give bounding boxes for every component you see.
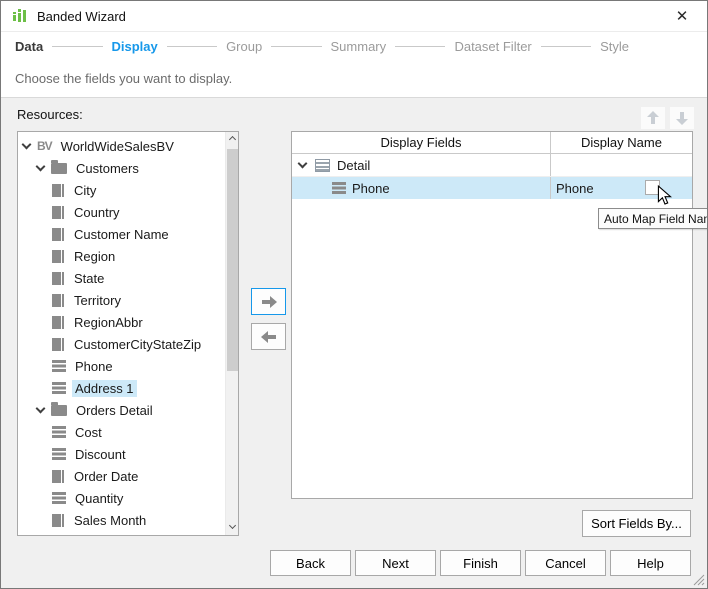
tree-item-region[interactable]: Region <box>18 245 224 267</box>
detail-band-icon <box>315 159 330 172</box>
tree-item-state[interactable]: State <box>18 267 224 289</box>
step-group[interactable]: Group <box>226 39 262 54</box>
help-button[interactable]: Help <box>610 550 691 576</box>
remove-field-button[interactable] <box>251 323 286 350</box>
close-button[interactable]: ✕ <box>667 3 697 29</box>
table-header-row: Display Fields Display Name <box>292 132 692 154</box>
auto-map-tooltip: Auto Map Field Name <box>598 208 708 229</box>
sort-fields-by-button[interactable]: Sort Fields By... <box>582 510 691 537</box>
dimension-field-icon <box>52 250 65 263</box>
step-dataset-filter[interactable]: Dataset Filter <box>454 39 531 54</box>
step-connector <box>167 46 217 47</box>
display-fields-table: Display Fields Display Name Detail Phone… <box>291 131 693 499</box>
tree-item-country[interactable]: Country <box>18 201 224 223</box>
dimension-field-icon <box>52 184 65 197</box>
dimension-field-icon <box>52 272 65 285</box>
tree-item-sales-month[interactable]: Sales Month <box>18 509 224 531</box>
detail-display-name-cell <box>550 154 692 176</box>
step-connector <box>52 46 102 47</box>
banded-report-icon <box>12 8 28 24</box>
tree-item-quantity[interactable]: Quantity <box>18 487 224 509</box>
display-name-value: Phone <box>556 181 594 196</box>
tree-item-worldwidesalesbv[interactable]: BV WorldWideSalesBV <box>18 135 224 157</box>
table-row-detail-band[interactable]: Detail <box>292 154 692 177</box>
dimension-field-icon <box>52 206 65 219</box>
move-down-button[interactable] <box>670 107 694 129</box>
cancel-button[interactable]: Cancel <box>525 550 606 576</box>
tree-scrollbar[interactable] <box>225 132 238 535</box>
wizard-steps: Data Display Group Summary Dataset Filte… <box>1 33 707 59</box>
banded-wizard-dialog: Banded Wizard ✕ Data Display Group Summa… <box>0 0 708 589</box>
wizard-subtitle: Choose the fields you want to display. <box>1 59 707 97</box>
dimension-field-icon <box>52 514 65 527</box>
tree-item-territory[interactable]: Territory <box>18 289 224 311</box>
tree-item-customers[interactable]: Customers <box>18 157 224 179</box>
step-connector <box>541 46 591 47</box>
step-connector <box>271 46 321 47</box>
table-row-phone[interactable]: Phone Phone <box>292 177 692 199</box>
detail-field-icon <box>52 426 66 438</box>
resources-tree-panel: BV WorldWideSalesBV Customers City Count… <box>17 131 239 536</box>
move-up-button[interactable] <box>641 107 665 129</box>
left-arrow-icon <box>261 331 277 343</box>
detail-field-icon <box>52 360 66 372</box>
up-arrow-icon <box>647 111 659 125</box>
mouse-cursor-icon <box>657 185 672 206</box>
bv-datasource-icon: BV <box>37 139 52 153</box>
tree-item-cost[interactable]: Cost <box>18 421 224 443</box>
dimension-field-icon <box>52 228 65 241</box>
tree-item-orders-detail[interactable]: Orders Detail <box>18 399 224 421</box>
resize-grip[interactable] <box>693 574 705 586</box>
detail-field-icon <box>52 382 66 394</box>
resources-label: Resources: <box>17 107 83 122</box>
step-data[interactable]: Data <box>15 39 43 54</box>
step-style[interactable]: Style <box>600 39 629 54</box>
step-connector <box>395 46 445 47</box>
detail-field-icon <box>332 182 346 194</box>
chevron-down-icon[interactable] <box>298 159 308 169</box>
dimension-field-icon <box>52 338 65 351</box>
detail-field-icon <box>52 492 66 504</box>
detail-field-icon <box>52 448 66 460</box>
chevron-down-icon[interactable] <box>36 404 46 414</box>
dimension-field-icon <box>52 294 65 307</box>
tree-item-customer-name[interactable]: Customer Name <box>18 223 224 245</box>
folder-icon <box>51 163 67 174</box>
next-button[interactable]: Next <box>355 550 436 576</box>
wizard-footer: Back Next Finish Cancel Help <box>270 550 691 576</box>
step-summary[interactable]: Summary <box>331 39 387 54</box>
resources-tree: BV WorldWideSalesBV Customers City Count… <box>18 135 224 535</box>
chevron-down-icon[interactable] <box>36 162 46 172</box>
tree-item-city[interactable]: City <box>18 179 224 201</box>
folder-icon <box>51 405 67 416</box>
tree-item-phone[interactable]: Phone <box>18 355 224 377</box>
tree-item-discount[interactable]: Discount <box>18 443 224 465</box>
title-bar: Banded Wizard ✕ <box>1 1 707 32</box>
tree-item-order-date[interactable]: Order Date <box>18 465 224 487</box>
finish-button[interactable]: Finish <box>440 550 521 576</box>
add-field-button[interactable] <box>251 288 286 315</box>
column-header-display-name: Display Name <box>550 132 692 153</box>
dimension-field-icon <box>52 470 65 483</box>
step-display[interactable]: Display <box>112 39 158 54</box>
right-arrow-icon <box>261 296 277 308</box>
window-title: Banded Wizard <box>37 9 126 24</box>
tree-item-regionabbr[interactable]: RegionAbbr <box>18 311 224 333</box>
down-arrow-icon <box>676 111 688 125</box>
tree-item-customercitystatezip[interactable]: CustomerCityStateZip <box>18 333 224 355</box>
back-button[interactable]: Back <box>270 550 351 576</box>
scrollbar-thumb[interactable] <box>227 149 238 371</box>
tree-item-address-1[interactable]: Address 1 <box>18 377 224 399</box>
column-header-display-fields: Display Fields <box>292 132 550 153</box>
scroll-up-icon[interactable] <box>226 132 239 147</box>
dimension-field-icon <box>52 316 65 329</box>
scroll-down-icon[interactable] <box>226 520 239 535</box>
chevron-down-icon[interactable] <box>22 140 32 150</box>
